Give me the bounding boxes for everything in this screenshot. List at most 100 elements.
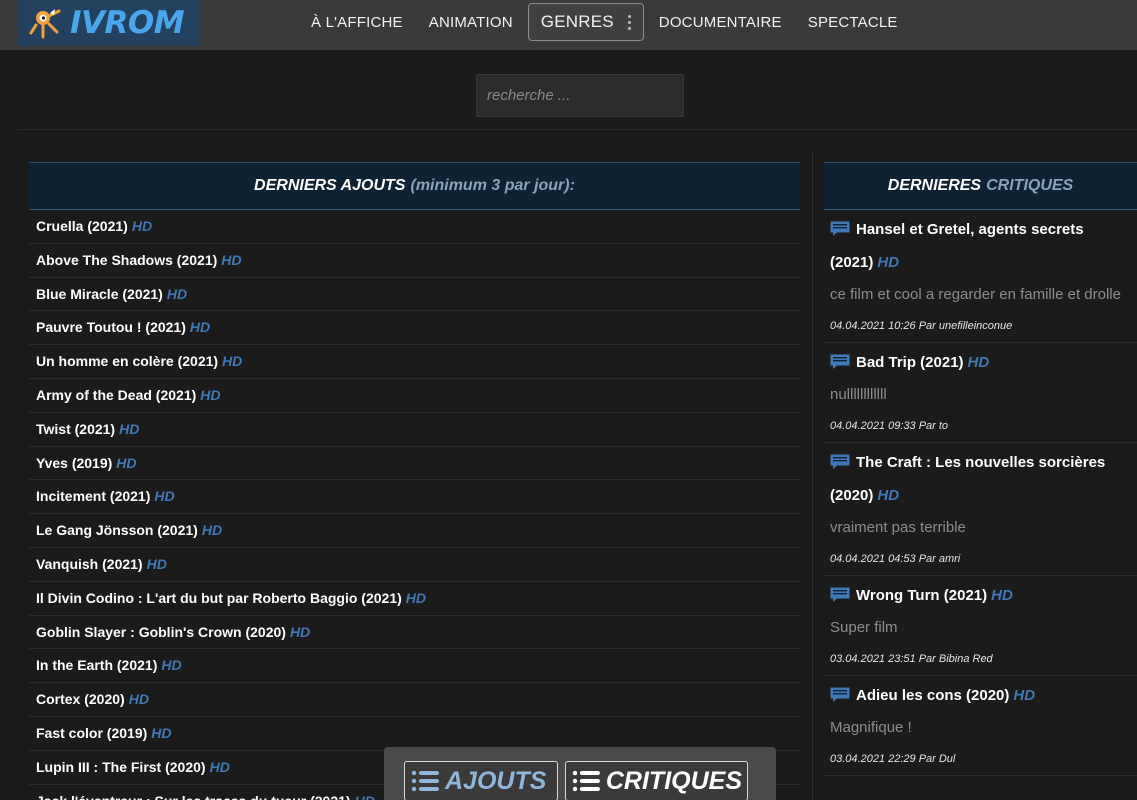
list-item[interactable]: In the Earth (2021) HD	[29, 649, 800, 684]
floating-tab-bar: AJOUTS CRITIQUES	[384, 747, 776, 800]
movie-title: Pauvre Toutou ! (2021)	[36, 319, 186, 336]
latest-reviews-title: DERNIERES	[887, 177, 982, 194]
hd-badge: HD	[201, 522, 223, 539]
list-item[interactable]: Fast color (2019) HD	[29, 717, 800, 751]
latest-additions-list: Cruella (2021) HD Above The Shadows (2021)…	[29, 210, 800, 800]
critiques-button[interactable]: CRITIQUES	[565, 761, 748, 800]
movie-title: Le Gang Jönsson (2021)	[36, 522, 198, 539]
kebab-menu-icon	[627, 14, 631, 30]
review-item: Hansel et Gretel, agents secrets (2021) H…	[824, 210, 1137, 343]
list-item[interactable]: Cortex (2020) HD	[29, 683, 800, 717]
ajouts-button[interactable]: AJOUTS	[404, 761, 558, 800]
list-item[interactable]: Goblin Slayer : Goblin's Crown (2020) HD	[29, 616, 800, 650]
hd-badge: HD	[221, 251, 242, 268]
list-item[interactable]: Il Divin Codino : L'art du but par Rober…	[29, 582, 800, 616]
hd-badge: HD	[877, 487, 900, 504]
movie-title: Goblin Slayer : Goblin's Crown (2020)	[36, 623, 286, 640]
movie-title: Il Divin Codino : L'art du but par Rober…	[36, 589, 402, 606]
list-item[interactable]: Le Gang Jönsson (2021) HD	[29, 514, 800, 548]
hd-badge: HD	[967, 354, 990, 371]
review-title-link[interactable]: Adieu les cons (2020) HD	[830, 679, 1131, 712]
latest-reviews-subtitle: CRITIQUES	[986, 177, 1074, 194]
nav-a-laffiche[interactable]: À L'AFFICHE	[311, 14, 403, 31]
hd-badge: HD	[161, 657, 182, 674]
list-item[interactable]: Above The Shadows (2021) HD	[29, 244, 800, 278]
movie-title: Above The Shadows (2021)	[36, 251, 218, 268]
site-logo[interactable]: IVROM	[18, 0, 200, 46]
hd-badge: HD	[209, 758, 230, 775]
list-item[interactable]: Un homme en colère (2021) HD	[29, 345, 800, 379]
latest-additions-title: DERNIERS AJOUTS	[254, 177, 406, 194]
review-movie-title: The Craft : Les nouvelles sorcières (202…	[830, 454, 1106, 504]
review-title-link[interactable]: Hansel et Gretel, agents secrets (2021) H…	[830, 213, 1131, 279]
list-item[interactable]: Army of the Dead (2021) HD	[29, 379, 800, 413]
hd-badge: HD	[116, 454, 137, 471]
mascot-icon	[29, 9, 61, 39]
nav-genres-label: GENRES	[540, 12, 614, 31]
comment-icon	[830, 587, 850, 602]
hd-badge: HD	[151, 724, 172, 741]
review-item: Bad Trip (2021) HD nullllllllllll 04.04.202…	[824, 343, 1137, 443]
review-title-link[interactable]: Bad Trip (2021) HD	[830, 346, 1131, 379]
movie-title: Army of the Dead (2021)	[36, 386, 197, 403]
top-navbar: IVROM À L'AFFICHE ANIMATION GENRES DOCUM…	[0, 0, 1137, 50]
list-item[interactable]: Vanquish (2021) HD	[29, 548, 800, 582]
movie-title: Fast color (2019)	[36, 724, 148, 741]
review-title-link[interactable]: The Craft : Les nouvelles sorcières (202…	[830, 446, 1131, 512]
nav-animation[interactable]: ANIMATION	[429, 14, 513, 31]
nav-documentaire[interactable]: DOCUMENTAIRE	[659, 14, 782, 31]
review-text: Super film	[830, 619, 898, 636]
latest-additions-panel: DERNIERS AJOUTS (minimum 3 par jour): Cr…	[29, 162, 800, 800]
list-item[interactable]: Pauvre Toutou ! (2021) HD	[29, 311, 800, 346]
review-title-link[interactable]: Wrong Turn (2021) HD	[830, 579, 1131, 612]
movie-title: In the Earth (2021)	[36, 657, 158, 674]
review-text: ce film et cool a regarder en famille et…	[830, 286, 1121, 303]
search-input[interactable]	[476, 74, 684, 117]
movie-title: Un homme en colère (2021)	[36, 353, 219, 370]
movie-title: Jack l'éventreur : Sur les traces du tue…	[36, 793, 351, 800]
hd-badge: HD	[119, 420, 140, 437]
hd-badge: HD	[222, 353, 243, 370]
hd-badge: HD	[131, 218, 153, 234]
hd-badge: HD	[166, 285, 188, 302]
latest-reviews-header: DERNIERES CRITIQUES	[824, 162, 1137, 210]
review-movie-title: Wrong Turn (2021)	[856, 587, 988, 604]
review-item: The Craft : Les nouvelles sorcières (202…	[824, 443, 1137, 576]
review-movie-title: Adieu les cons (2020)	[856, 687, 1010, 704]
main-nav: À L'AFFICHE ANIMATION GENRES DOCUMENTAIR…	[298, 0, 911, 44]
movie-title: Lupin III : The First (2020)	[36, 758, 206, 775]
header-divider	[18, 129, 1137, 130]
review-item: Wrong Turn (2021) HD Super film 03.04.2021 …	[824, 576, 1137, 676]
nav-spectacle[interactable]: SPECTACLE	[808, 14, 898, 31]
latest-reviews-list: Hansel et Gretel, agents secrets (2021) H…	[824, 210, 1137, 776]
hd-badge: HD	[128, 691, 149, 708]
list-icon	[572, 770, 600, 792]
comment-icon	[830, 221, 850, 236]
hd-badge: HD	[405, 589, 427, 606]
comment-icon	[830, 354, 850, 369]
review-movie-title: Bad Trip (2021)	[856, 354, 964, 371]
review-text: vraiment pas terrible	[830, 519, 966, 536]
movie-title: Blue Miracle (2021)	[36, 285, 163, 302]
hd-badge: HD	[189, 319, 211, 336]
movie-title: Vanquish (2021)	[36, 555, 143, 572]
list-icon	[411, 770, 439, 792]
list-item[interactable]: Incitement (2021) HD	[29, 480, 800, 515]
list-item[interactable]: Blue Miracle (2021) HD	[29, 278, 800, 312]
review-meta: 04.04.2021 04:53 Par amri	[830, 553, 961, 565]
review-meta: 04.04.2021 10:26 Par unefilleinconue	[830, 320, 1013, 332]
ajouts-button-label: AJOUTS	[445, 766, 547, 795]
list-item[interactable]: Yves (2019) HD	[29, 447, 800, 481]
hd-badge: HD	[991, 587, 1013, 604]
hd-badge: HD	[877, 254, 900, 271]
review-meta: 03.04.2021 22:29 Par Dul	[830, 753, 956, 765]
latest-additions-header: DERNIERS AJOUTS (minimum 3 par jour):	[29, 162, 800, 210]
review-text: nullllllllllll	[830, 386, 887, 403]
review-movie-title: Hansel et Gretel, agents secrets (2021)	[830, 221, 1084, 271]
nav-genres-dropdown[interactable]: GENRES	[527, 3, 644, 41]
list-item[interactable]: Twist (2021) HD	[29, 413, 800, 447]
hd-badge: HD	[146, 555, 167, 572]
comment-icon	[830, 454, 850, 469]
list-item[interactable]: Cruella (2021) HD	[29, 210, 800, 244]
movie-title: Twist (2021)	[36, 420, 116, 437]
